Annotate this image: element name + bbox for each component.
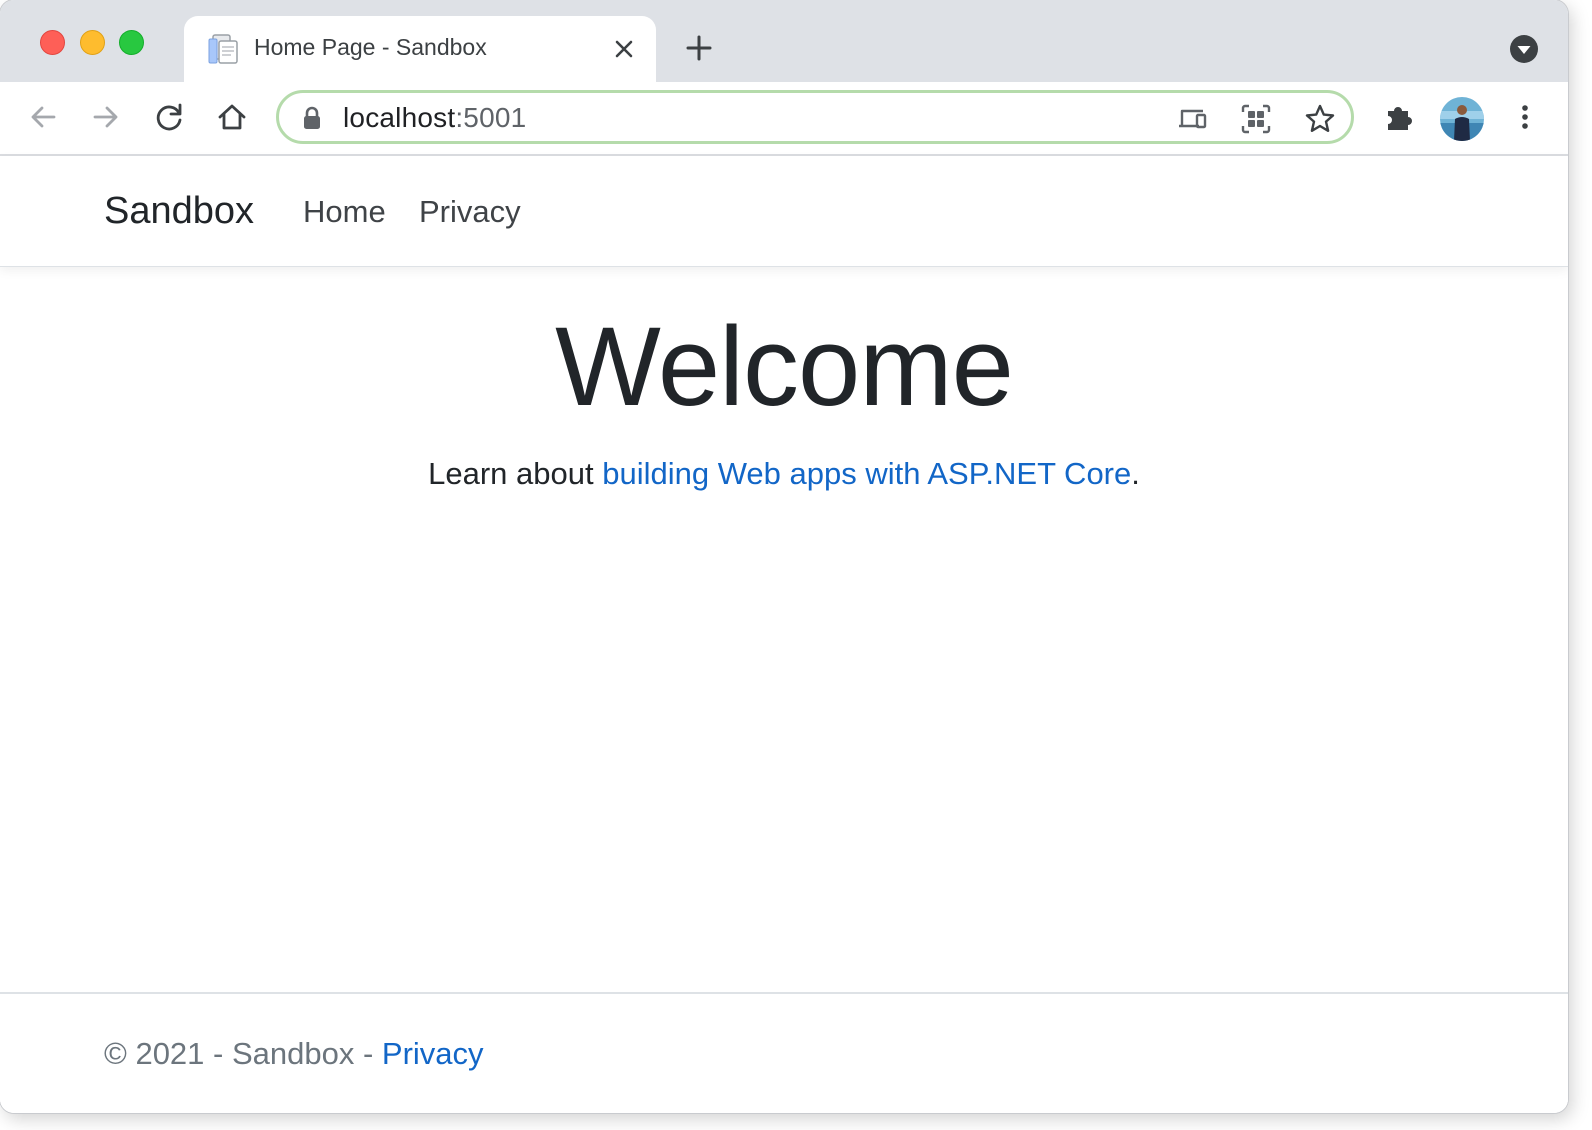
document-icon [208, 34, 238, 64]
active-tab[interactable]: Home Page - Sandbox [184, 16, 656, 84]
page-title: Welcome [555, 304, 1014, 429]
qr-grid-icon[interactable] [1239, 102, 1273, 136]
web-page: Sandbox Home Privacy Welcome Learn about… [0, 156, 1568, 1113]
lock-icon[interactable] [301, 106, 323, 130]
site-footer: © 2021 - Sandbox - Privacy [0, 992, 1568, 1113]
maximize-window-button[interactable] [119, 30, 144, 55]
url-host: localhost [343, 102, 456, 133]
cast-devices-icon[interactable] [1175, 102, 1209, 136]
profile-photo-icon [1440, 97, 1484, 141]
reload-icon[interactable] [153, 100, 187, 134]
avatar[interactable] [1440, 97, 1484, 141]
main-content: Welcome Learn about building Web apps wi… [0, 266, 1568, 492]
footer-copyright: © 2021 - Sandbox - [104, 1036, 382, 1071]
lead-prefix: Learn about [428, 455, 603, 491]
footer-text: © 2021 - Sandbox - Privacy [104, 1036, 484, 1072]
tab-title: Home Page - Sandbox [254, 34, 487, 60]
home-icon[interactable] [215, 100, 249, 134]
site-navbar: Sandbox Home Privacy [0, 156, 1568, 267]
chevron-down-circle-icon[interactable] [1509, 34, 1539, 64]
arrow-right-icon[interactable] [89, 100, 123, 134]
nav-link-home[interactable]: Home [303, 194, 386, 230]
tab-strip: Home Page - Sandbox [0, 0, 1568, 84]
address-bar[interactable]: localhost:5001 [276, 90, 1354, 144]
puzzle-icon[interactable] [1382, 100, 1416, 134]
address-text[interactable]: localhost:5001 [343, 102, 526, 134]
plus-icon[interactable] [684, 33, 714, 63]
navbar-brand-link[interactable]: Sandbox [104, 190, 254, 233]
browser-toolbar: localhost:5001 [0, 82, 1568, 156]
aspnet-docs-link[interactable]: building Web apps with ASP.NET Core [602, 456, 1131, 491]
close-window-button[interactable] [40, 30, 65, 55]
star-icon[interactable] [1303, 102, 1337, 136]
lead-suffix: . [1131, 455, 1140, 491]
lead-paragraph: Learn about building Web apps with ASP.N… [0, 456, 1568, 492]
browser-window: Home Page - Sandbox localhost:5001 Sandb… [0, 0, 1568, 1113]
close-tab-icon[interactable] [612, 37, 636, 61]
footer-privacy-link[interactable]: Privacy [382, 1036, 484, 1071]
nav-link-privacy[interactable]: Privacy [419, 194, 521, 230]
kebab-menu-icon[interactable] [1508, 100, 1542, 134]
arrow-left-icon[interactable] [26, 100, 60, 134]
url-port: :5001 [455, 102, 527, 133]
minimize-window-button[interactable] [80, 30, 105, 55]
